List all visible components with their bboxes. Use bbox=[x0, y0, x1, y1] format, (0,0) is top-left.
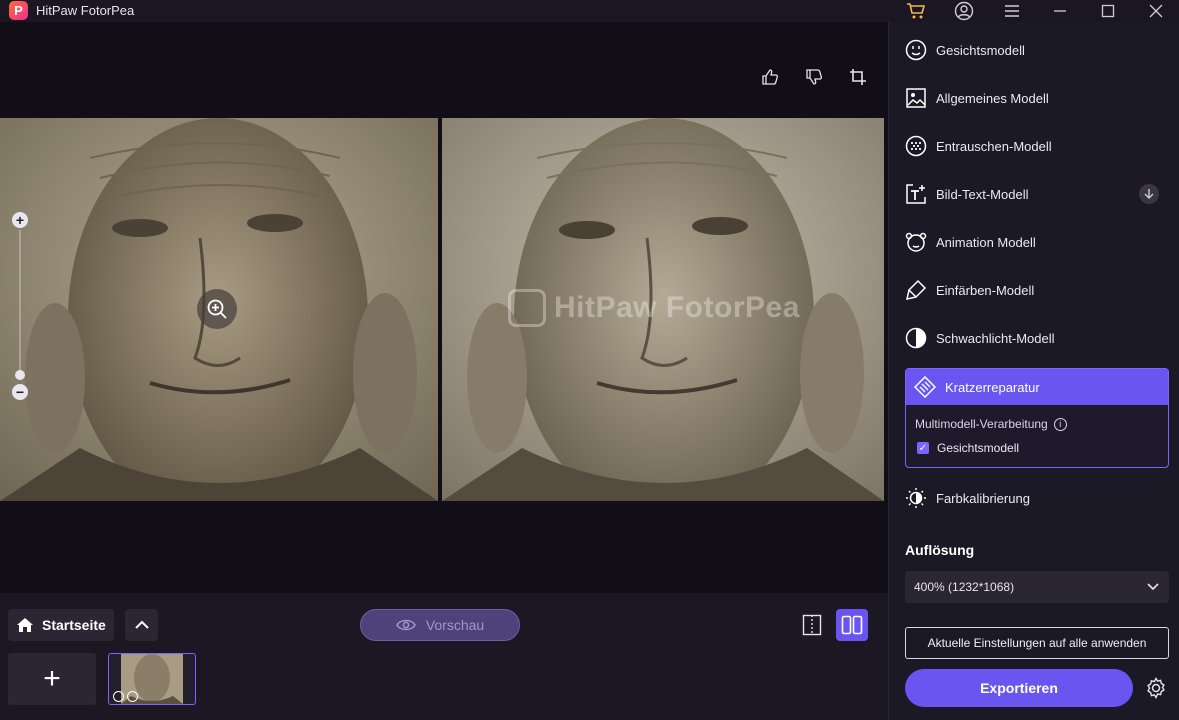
home-label: Startseite bbox=[42, 617, 106, 633]
face-badge-icon bbox=[127, 691, 138, 702]
multi-model-row: Multimodell-Verarbeitung i bbox=[915, 417, 1067, 431]
brush-icon bbox=[905, 279, 927, 301]
face-model-checkbox-row[interactable]: ✓ Gesichtsmodell bbox=[917, 441, 1019, 455]
denoise-icon bbox=[905, 135, 927, 157]
watermark-logo bbox=[508, 289, 546, 327]
model-item-color-calibration[interactable]: Farbkalibrierung bbox=[905, 480, 1169, 516]
collapse-button[interactable] bbox=[125, 609, 158, 641]
thumbs-down-icon[interactable] bbox=[803, 66, 825, 88]
maximize-icon[interactable] bbox=[1093, 0, 1123, 22]
model-item-colorize[interactable]: Einfärben-Modell bbox=[905, 272, 1169, 308]
model-label: Bild-Text-Modell bbox=[936, 186, 1029, 202]
resolution-value: 400% (1232*1068) bbox=[914, 580, 1015, 594]
split-view-icon bbox=[841, 615, 863, 635]
active-model-card: Kratzerreparatur Multimodell-Verarbeitun… bbox=[905, 368, 1169, 468]
home-icon bbox=[17, 618, 33, 632]
thumbs-up-icon[interactable] bbox=[759, 66, 781, 88]
model-label: Einfärben-Modell bbox=[936, 282, 1035, 298]
cart-icon[interactable] bbox=[901, 0, 931, 22]
canvas-area: HitPaw FotorPea + − bbox=[0, 22, 888, 593]
multi-model-label: Multimodell-Verarbeitung bbox=[915, 417, 1048, 431]
home-button[interactable]: Startseite bbox=[8, 609, 114, 641]
model-label: Animation Modell bbox=[936, 234, 1036, 250]
app-logo: P bbox=[9, 1, 28, 20]
model-item-denoise[interactable]: Entrauschen-Modell bbox=[905, 128, 1169, 164]
compare-single-icon bbox=[802, 614, 822, 636]
model-item-lowlight[interactable]: Schwachlicht-Modell bbox=[905, 320, 1169, 356]
account-icon[interactable] bbox=[949, 0, 979, 22]
active-model-label: Kratzerreparatur bbox=[945, 379, 1040, 395]
add-image-button[interactable]: + bbox=[8, 653, 96, 705]
model-label: Farbkalibrierung bbox=[936, 490, 1030, 506]
preview-label: Vorschau bbox=[425, 617, 485, 633]
sun-icon bbox=[905, 487, 927, 509]
single-view-button[interactable] bbox=[800, 611, 824, 639]
zoom-minus-button[interactable]: − bbox=[12, 384, 28, 400]
eye-icon bbox=[395, 619, 416, 631]
model-label: Schwachlicht-Modell bbox=[936, 330, 1055, 346]
zoom-plus-button[interactable]: + bbox=[12, 212, 28, 228]
checkbox-checked-icon[interactable]: ✓ bbox=[917, 442, 929, 454]
model-label: Allgemeines Modell bbox=[936, 90, 1049, 106]
apply-all-button[interactable]: Aktuelle Einstellungen auf alle anwenden bbox=[905, 627, 1169, 659]
model-label: Gesichtsmodell bbox=[936, 42, 1025, 58]
close-icon[interactable] bbox=[1141, 0, 1171, 22]
app-window: P HitPaw FotorPea HitPaw FotorPea + − St… bbox=[0, 0, 1179, 720]
image-icon bbox=[905, 87, 927, 109]
model-item-face[interactable]: Gesichtsmodell bbox=[905, 32, 1169, 68]
menu-icon[interactable] bbox=[997, 0, 1027, 22]
image-thumbnail[interactable] bbox=[108, 653, 196, 705]
zoom-knob[interactable] bbox=[15, 370, 25, 380]
app-title: HitPaw FotorPea bbox=[36, 3, 135, 18]
model-item-scratch-repair[interactable]: Kratzerreparatur bbox=[906, 369, 1168, 405]
model-item-general[interactable]: Allgemeines Modell bbox=[905, 80, 1169, 116]
watermark: HitPaw FotorPea bbox=[508, 289, 800, 327]
resolution-title: Auflösung bbox=[905, 542, 975, 558]
download-icon[interactable] bbox=[1139, 184, 1159, 204]
add-label: + bbox=[43, 662, 61, 695]
zoom-slider[interactable]: + − bbox=[12, 212, 28, 400]
split-view-button[interactable] bbox=[836, 609, 868, 641]
watermark-text: HitPaw FotorPea bbox=[554, 291, 800, 324]
scratch-icon bbox=[914, 376, 936, 398]
title-bar: P HitPaw FotorPea bbox=[0, 0, 1179, 22]
export-button[interactable]: Exportieren bbox=[905, 669, 1133, 707]
right-panel: Gesichtsmodell Allgemeines Modell Entrau… bbox=[888, 22, 1179, 720]
chevron-up-icon bbox=[134, 620, 149, 629]
minimize-icon[interactable] bbox=[1045, 0, 1075, 22]
text-icon bbox=[905, 183, 927, 205]
info-icon[interactable]: i bbox=[1053, 417, 1067, 431]
bear-icon bbox=[905, 231, 927, 253]
zoom-track[interactable] bbox=[19, 230, 21, 380]
face-icon bbox=[905, 39, 927, 61]
model-item-animation[interactable]: Animation Modell bbox=[905, 224, 1169, 260]
bottom-bar: Startseite Vorschau + bbox=[0, 593, 888, 720]
resolution-select[interactable]: 400% (1232*1068) bbox=[905, 571, 1169, 603]
half-circle-icon bbox=[905, 327, 927, 349]
chevron-down-icon bbox=[1147, 583, 1159, 591]
model-label: Entrauschen-Modell bbox=[936, 138, 1052, 154]
crop-icon[interactable] bbox=[847, 66, 869, 88]
zoom-lens-button[interactable] bbox=[197, 289, 237, 329]
model-item-image-text[interactable]: Bild-Text-Modell bbox=[905, 176, 1169, 212]
scratch-badge-icon bbox=[113, 691, 124, 702]
zoom-in-icon bbox=[207, 299, 227, 319]
thumbnail-badges bbox=[113, 691, 138, 702]
preview-button[interactable]: Vorschau bbox=[360, 609, 520, 641]
gear-icon[interactable] bbox=[1145, 677, 1167, 699]
checkbox-label: Gesichtsmodell bbox=[937, 441, 1020, 455]
